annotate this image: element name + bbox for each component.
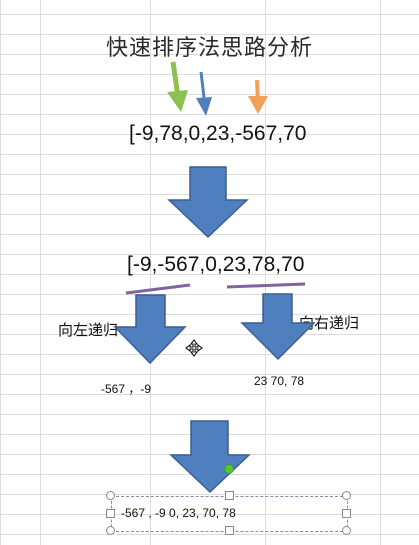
blue-pointer-arrow <box>196 71 212 116</box>
diagram-shapes <box>113 61 316 494</box>
resize-handle-bottom[interactable] <box>225 526 234 535</box>
rotation-handle[interactable] <box>224 464 234 474</box>
resize-handle-right[interactable] <box>342 509 351 518</box>
resize-handle-left[interactable] <box>106 509 115 518</box>
resize-handle-bottom-right[interactable] <box>342 526 351 535</box>
down-block-arrow-1 <box>167 166 249 239</box>
resize-handle-top-right[interactable] <box>342 491 351 500</box>
green-pointer-arrow <box>167 61 188 112</box>
resize-handle-top[interactable] <box>225 491 234 500</box>
final-sorted-result[interactable]: -567 , -9 0, 23, 70, 78 <box>121 506 236 520</box>
right-partition-underline <box>226 282 306 289</box>
resize-handle-bottom-left[interactable] <box>106 526 115 535</box>
down-block-arrow-final <box>169 420 251 494</box>
resize-handle-top-left[interactable] <box>106 491 115 500</box>
right-branch-arrow <box>240 293 316 361</box>
orange-pointer-arrow <box>248 79 268 114</box>
move-cursor-icon <box>185 339 203 357</box>
left-partition-underline <box>125 283 191 295</box>
left-branch-arrow <box>113 294 187 365</box>
